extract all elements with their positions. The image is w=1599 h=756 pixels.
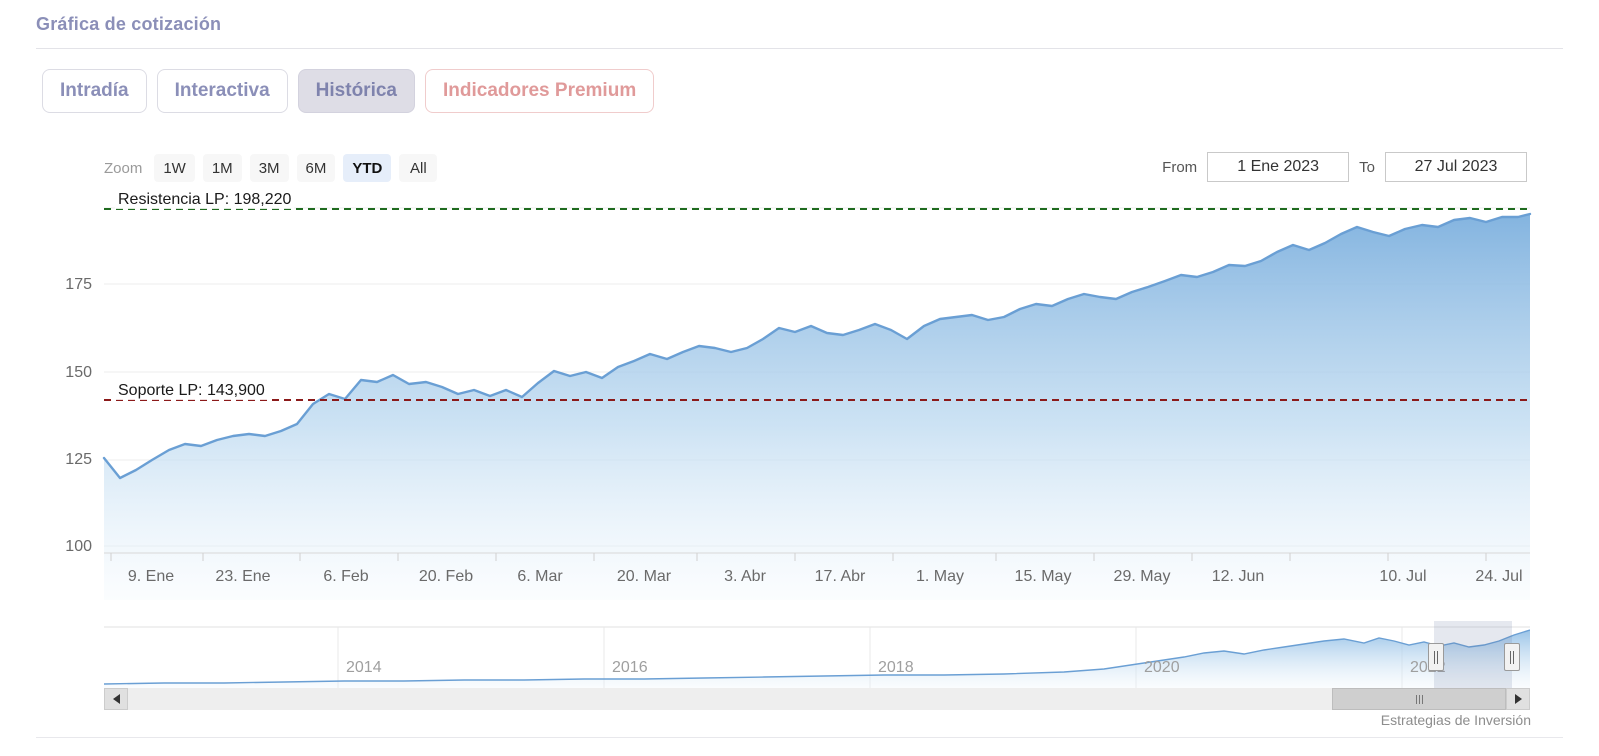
tab-interactiva[interactable]: Interactiva (157, 69, 288, 113)
x-tick-14: 24. Jul (1475, 568, 1522, 586)
x-tick-10: 29. May (1114, 568, 1171, 586)
header-divider (36, 48, 1563, 49)
x-tick-2: 6. Feb (323, 568, 368, 586)
navigator-selection-mask[interactable] (1434, 621, 1512, 689)
price-plot-svg (0, 140, 1599, 600)
x-tick-8: 1. May (916, 568, 964, 586)
y-tick-100: 100 (38, 538, 92, 556)
x-tick-4: 6. Mar (517, 568, 562, 586)
scroll-left-button[interactable] (104, 688, 128, 710)
x-tick-1: 23. Ene (215, 568, 270, 586)
chart-navigator[interactable]: 2014 2016 2018 2020 2022 (104, 621, 1530, 689)
x-tick-11: 12. Jun (1212, 568, 1264, 586)
x-tick-6: 3. Abr (724, 568, 766, 586)
navigator-year-2018: 2018 (878, 659, 914, 677)
price-series (104, 214, 1530, 600)
footer-divider (36, 737, 1563, 738)
y-tick-150: 150 (38, 364, 92, 382)
navigator-svg (104, 621, 1530, 689)
x-tick-0: 9. Ene (128, 568, 174, 586)
chart-scrollbar[interactable] (104, 688, 1530, 710)
page-title: Gráfica de cotización (36, 14, 221, 35)
support-label: Soporte LP: 143,900 (115, 382, 268, 400)
chevron-left-icon (113, 694, 120, 704)
stock-chart: Zoom 1W 1M 3M 6M YTD All From 1 Ene 2023… (0, 140, 1599, 715)
x-tick-3: 20. Feb (419, 568, 473, 586)
x-tick-5: 20. Mar (617, 568, 671, 586)
x-tick-9: 15. May (1015, 568, 1072, 586)
navigator-year-2020: 2020 (1144, 659, 1180, 677)
chart-type-tabs: Intradía Interactiva Histórica Indicador… (42, 69, 654, 113)
navigator-handle-right[interactable] (1504, 643, 1520, 671)
x-tick-13: 10. Jul (1379, 568, 1426, 586)
tab-historica[interactable]: Histórica (298, 69, 415, 113)
resistance-label: Resistencia LP: 198,220 (115, 191, 294, 209)
scroll-thumb[interactable] (1332, 688, 1506, 710)
scroll-right-button[interactable] (1506, 688, 1530, 710)
navigator-year-2014: 2014 (346, 659, 382, 677)
navigator-year-2016: 2016 (612, 659, 648, 677)
y-tick-125: 125 (38, 451, 92, 469)
chart-credit: Estrategias de Inversión (1381, 712, 1531, 728)
y-tick-175: 175 (38, 276, 92, 294)
price-area (104, 214, 1530, 600)
tab-intradia[interactable]: Intradía (42, 69, 147, 113)
tab-indicadores-premium[interactable]: Indicadores Premium (425, 69, 654, 113)
navigator-handle-left[interactable] (1428, 643, 1444, 671)
chevron-right-icon (1515, 694, 1522, 704)
navigator-area (104, 630, 1530, 689)
x-tick-7: 17. Abr (815, 568, 866, 586)
quote-chart-page: Gráfica de cotización Intradía Interacti… (0, 0, 1599, 756)
